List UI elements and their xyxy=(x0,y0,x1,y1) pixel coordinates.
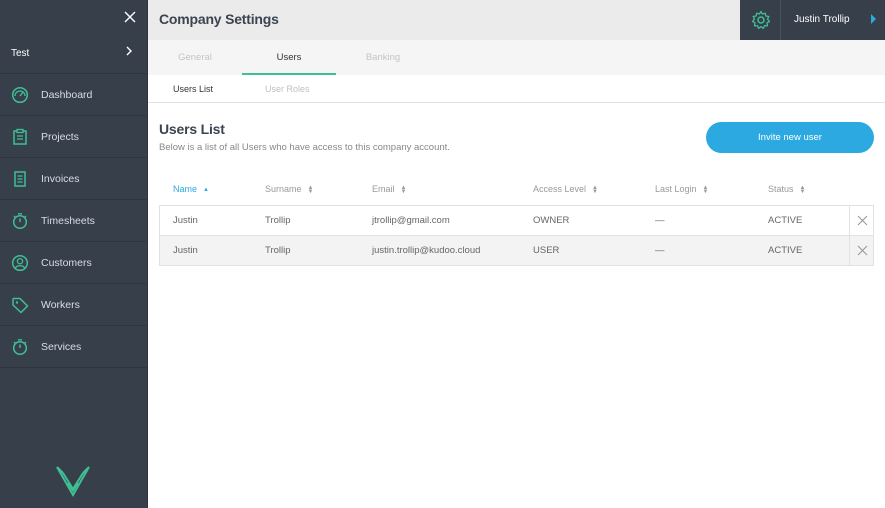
tab-banking[interactable]: Banking xyxy=(336,40,430,75)
sidebar-item-label: Timesheets xyxy=(41,215,95,227)
tag-icon xyxy=(12,297,29,314)
sidebar-item-label: Projects xyxy=(41,131,79,143)
chevron-right-icon xyxy=(125,44,133,60)
sidebar-item-label: Workers xyxy=(41,299,80,311)
sort-icon: ▲ ▼ xyxy=(592,184,598,195)
sort-icon: ▲ ▼ xyxy=(400,184,407,195)
section-title: Users List xyxy=(159,121,225,137)
close-icon[interactable] xyxy=(120,7,140,27)
cell-name: Justin xyxy=(173,245,198,256)
sort-asc-icon: ▲ xyxy=(203,186,209,193)
sort-icon: ▲ ▼ xyxy=(799,184,806,195)
column-header-surname[interactable]: Surname ▲ ▼ xyxy=(265,184,314,195)
top-header: Company Settings Justin Trollip xyxy=(148,0,885,40)
cell-access-level: OWNER xyxy=(533,215,570,226)
cell-last-login: — xyxy=(655,215,665,226)
user-name: Justin Trollip xyxy=(794,14,850,25)
sidebar-item-label: Invoices xyxy=(41,173,80,185)
cell-access-level: USER xyxy=(533,245,560,256)
settings-button[interactable] xyxy=(740,0,781,40)
sidebar-item-workers[interactable]: Workers xyxy=(0,284,148,326)
stopwatch-icon xyxy=(12,339,28,356)
sidebar-item-label: Services xyxy=(41,341,82,353)
gear-icon xyxy=(751,10,771,30)
column-header-name[interactable]: Name ▲ xyxy=(173,184,209,194)
subtab-user-roles[interactable]: User Roles xyxy=(265,75,310,103)
subtab-users-list[interactable]: Users List xyxy=(173,75,213,103)
users-subtabs: Users List User Roles xyxy=(148,75,885,103)
cell-surname: Trollip xyxy=(265,215,291,226)
cell-last-login: — xyxy=(655,245,665,256)
company-switcher[interactable]: Test xyxy=(0,36,148,74)
section-description: Below is a list of all Users who have ac… xyxy=(159,142,450,153)
sidebar-item-dashboard[interactable]: Dashboard xyxy=(0,74,148,116)
close-icon xyxy=(857,215,868,226)
tab-general[interactable]: General xyxy=(148,40,242,75)
column-header-email[interactable]: Email ▲ ▼ xyxy=(372,184,407,195)
sidebar-item-services[interactable]: Services xyxy=(0,326,148,368)
cell-name: Justin xyxy=(173,215,198,226)
sidebar-item-timesheets[interactable]: Timesheets xyxy=(0,200,148,242)
stopwatch-icon xyxy=(12,213,28,230)
settings-tabs: General Users Banking xyxy=(148,40,885,75)
tab-users[interactable]: Users xyxy=(242,40,336,75)
cell-status: ACTIVE xyxy=(768,215,803,226)
column-header-access-level[interactable]: Access Level ▲ ▼ xyxy=(533,184,598,195)
sidebar-item-projects[interactable]: Projects xyxy=(0,116,148,158)
column-header-last-login[interactable]: Last Login ▲ ▼ xyxy=(655,184,709,195)
dashboard-icon xyxy=(11,86,29,104)
delete-user-button[interactable] xyxy=(849,236,874,265)
clipboard-icon xyxy=(13,128,27,145)
table-row[interactable]: Justin Trollip justin.trollip@kudoo.clou… xyxy=(159,235,874,266)
invite-user-button[interactable]: Invite new user xyxy=(706,122,874,153)
invoice-icon xyxy=(14,171,26,187)
sort-icon: ▲ ▼ xyxy=(702,184,709,195)
table-row[interactable]: Justin Trollip jtrollip@gmail.com OWNER … xyxy=(159,205,874,236)
user-circle-icon xyxy=(11,254,29,272)
cell-status: ACTIVE xyxy=(768,245,803,256)
close-icon xyxy=(857,245,868,256)
caret-right-icon xyxy=(871,14,876,24)
sort-icon: ▲ ▼ xyxy=(307,184,314,195)
sidebar-item-customers[interactable]: Customers xyxy=(0,242,148,284)
sidebar-item-invoices[interactable]: Invoices xyxy=(0,158,148,200)
sidebar-item-label: Customers xyxy=(41,257,92,269)
company-name: Test xyxy=(11,48,30,59)
cell-email: jtrollip@gmail.com xyxy=(372,215,450,226)
column-header-status[interactable]: Status ▲ ▼ xyxy=(768,184,806,195)
page-title: Company Settings xyxy=(159,11,279,27)
delete-user-button[interactable] xyxy=(849,206,874,235)
cell-email: justin.trollip@kudoo.cloud xyxy=(372,245,481,256)
cell-surname: Trollip xyxy=(265,245,291,256)
user-menu[interactable]: Justin Trollip xyxy=(781,0,885,40)
sidebar: Test Dashboard Projects Invoices Timeshe… xyxy=(0,0,148,508)
kudoo-logo-icon xyxy=(56,466,90,497)
sidebar-item-label: Dashboard xyxy=(41,89,93,101)
